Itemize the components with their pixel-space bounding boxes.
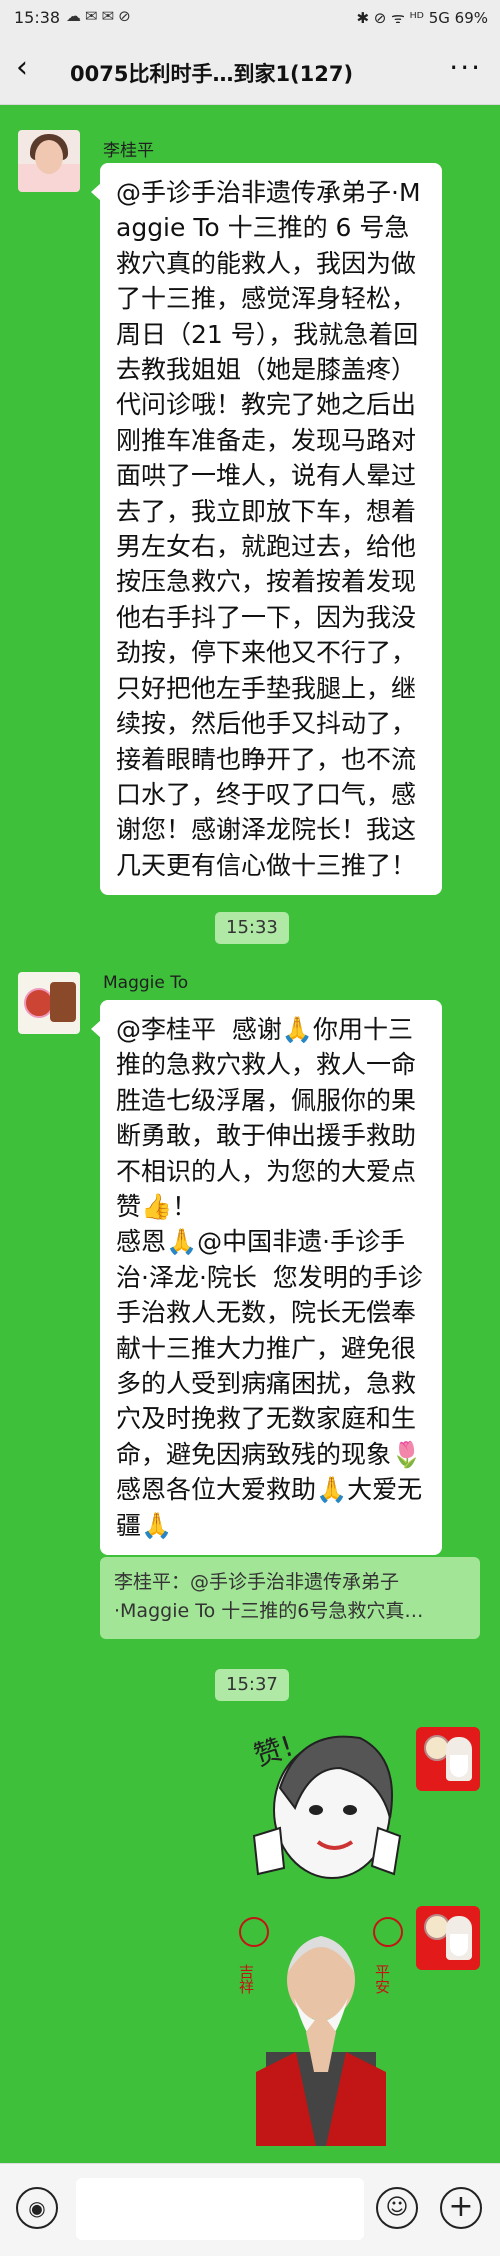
sender-name: 李桂平 [103,141,154,161]
sticker-text-right: 平安 [373,1964,391,1994]
message-bubble-1[interactable]: @手诊手治非遗传承弟子·Maggie To 十三推的 6 号急救穴真的能救人，我… [91,163,442,896]
avatar-self[interactable] [416,1906,480,1970]
avatar-face [35,140,63,174]
avatar-maggie-to[interactable] [18,972,80,1034]
more-options-icon[interactable]: ··· [449,50,482,86]
sticker-text-left: 吉祥 [237,1964,255,1994]
avatar-beard [450,1755,468,1777]
avatar-beard [450,1934,468,1956]
avatar-li-guiping[interactable] [18,130,80,192]
avatar-self[interactable] [416,1727,480,1791]
blessing-sticker[interactable]: 吉祥 平安 [236,1902,406,2146]
sender-name: Maggie To [103,973,189,993]
chat-header: ‹ 0075比利时手…到家1(127) ··· [0,36,500,105]
emoji-icon[interactable]: ☺ [376,2187,418,2229]
timestamp-chip: 15:37 [215,1669,289,1701]
thumbs-up-sticker[interactable]: 赞! [240,1718,406,1888]
message-input[interactable] [76,2178,364,2240]
avatar-photo [50,982,76,1022]
chat-title: 0075比利时手…到家1(127) [70,62,354,86]
status-time: 15:38 [14,8,61,27]
quoted-message[interactable]: 李桂平：@手诊手治非遗传承弟子·Maggie To 十三推的6号急救穴真… [100,1557,480,1639]
timestamp-chip: 15:33 [215,912,289,944]
status-bar: 15:38 ☁✉✉⊘ ✱ ⊘ ᯤ ᴴᴰ 5G 69% [0,0,500,36]
message-bubble-2[interactable]: @李桂平 感谢🙏你用十三推的急救穴救人，救人一命胜造七级浮屠，佩服你的果断勇敢，… [91,1000,442,1556]
plus-icon[interactable]: + [440,2187,482,2229]
back-arrow-icon[interactable]: ‹ [16,50,28,86]
system-status-icons: ✱ ⊘ ᯤ ᴴᴰ 5G 69% [356,9,488,27]
notification-icons: ☁✉✉⊘ [66,7,135,25]
voice-input-icon[interactable]: ◉ [16,2187,58,2229]
input-bar: ◉ ☺ + [0,2163,500,2256]
